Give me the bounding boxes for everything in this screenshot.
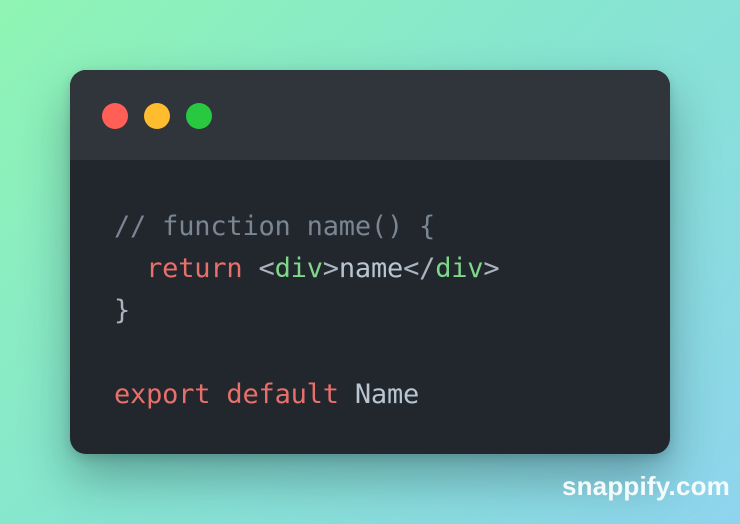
code-token-tag: div xyxy=(274,253,323,284)
close-button[interactable] xyxy=(102,103,128,129)
code-token-plain: Name xyxy=(338,379,420,410)
code-token-keyword: export xyxy=(114,379,211,410)
snappify-watermark: snappify.com xyxy=(561,471,730,501)
code-token-comment: // function name() { xyxy=(114,211,436,242)
code-line: } xyxy=(114,290,499,332)
window-titlebar xyxy=(70,70,670,160)
code-token-punct: > xyxy=(483,253,500,284)
code-token-punct: } xyxy=(114,295,131,326)
code-token-keyword: return xyxy=(146,253,243,284)
maximize-button[interactable] xyxy=(186,103,212,129)
code-line: return <div>name</div> xyxy=(114,248,499,290)
code-token-keyword: default xyxy=(226,379,339,410)
code-token-tag: div xyxy=(435,253,484,284)
code-line: export default Name xyxy=(114,374,499,416)
code-token-punct: </ xyxy=(403,253,436,284)
code-token-punct: > xyxy=(322,253,339,284)
code-window: // function name() { return <div>name</d… xyxy=(70,70,670,454)
code-block: // function name() { return <div>name</d… xyxy=(114,206,500,416)
code-token-plain: name xyxy=(338,253,404,284)
minimize-button[interactable] xyxy=(144,103,170,129)
code-token-punct: < xyxy=(242,253,275,284)
code-line: // function name() { xyxy=(114,206,499,248)
